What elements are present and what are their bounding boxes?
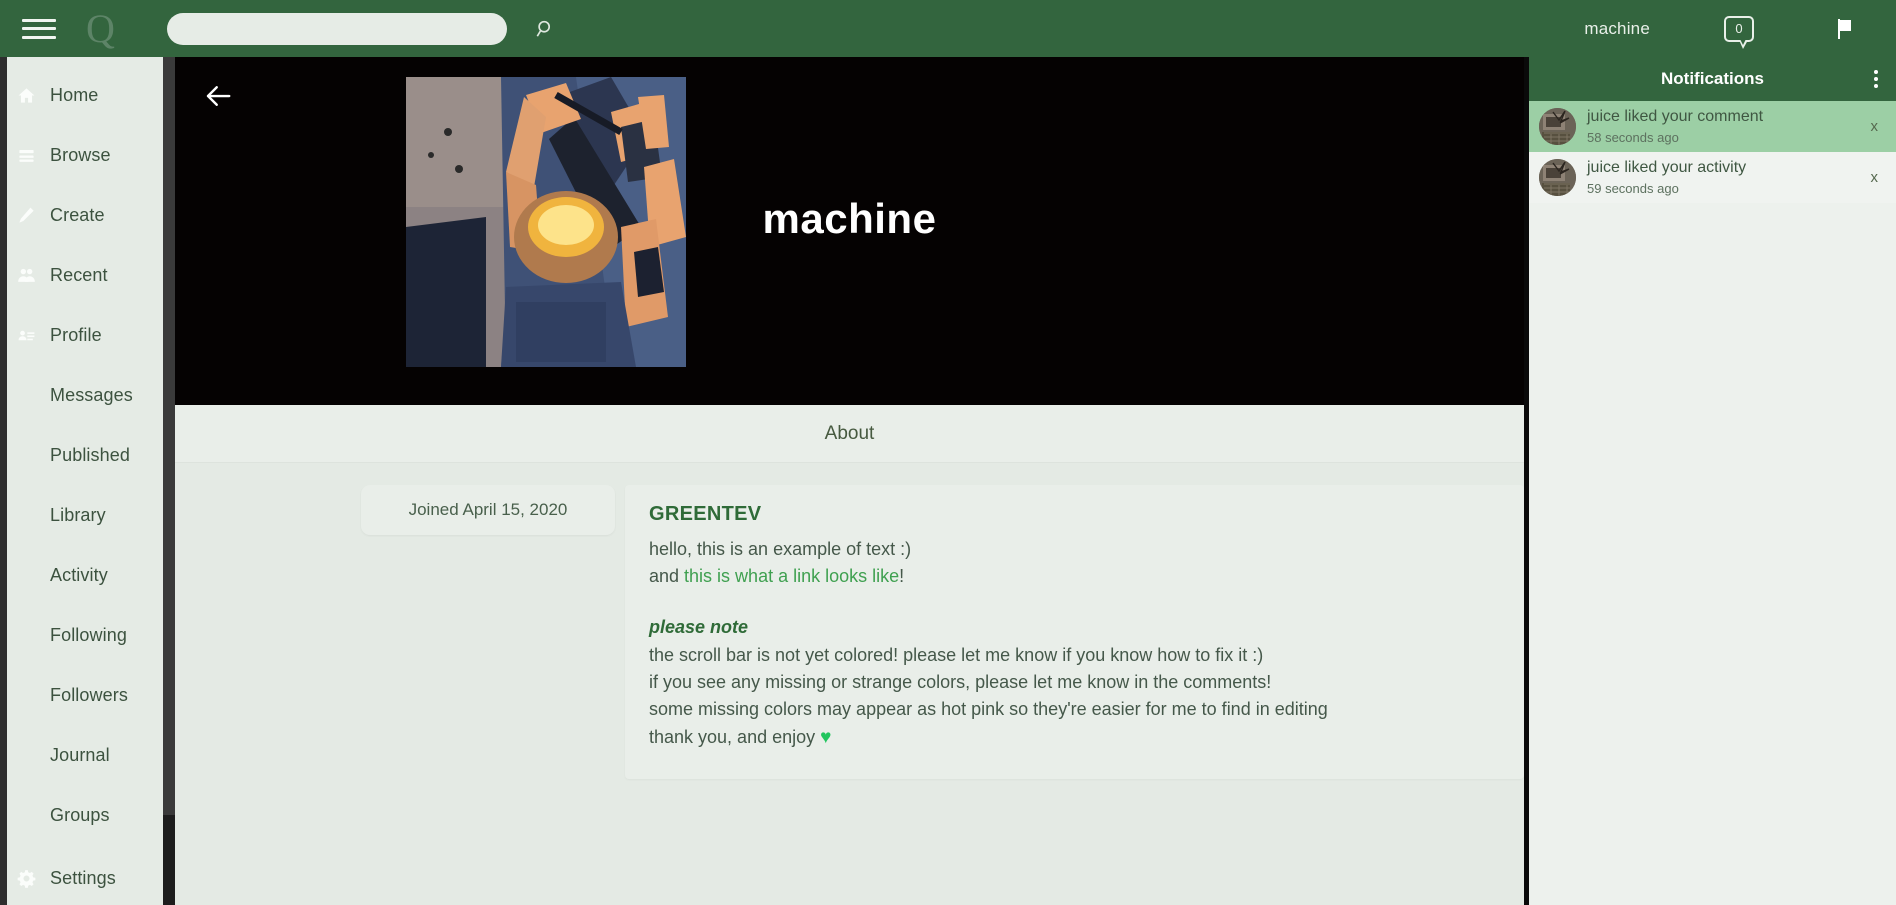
sidebar-label: Activity xyxy=(50,564,108,585)
about-thanks-line: thank you, and enjoy ♥ xyxy=(649,724,1500,753)
sidebar-item-following[interactable]: Following xyxy=(0,605,175,665)
avatar xyxy=(1539,108,1576,145)
sidebar-item-activity[interactable]: Activity xyxy=(0,545,175,605)
sidebar-item-browse[interactable]: Browse xyxy=(0,125,175,185)
profile-body: Joined April 15, 2020 GREENTEV hello, th… xyxy=(175,463,1524,905)
sidebar-item-library[interactable]: Library xyxy=(0,485,175,545)
notification-timestamp: 58 seconds ago xyxy=(1587,129,1679,145)
avatar xyxy=(406,77,686,367)
sidebar-label: Profile xyxy=(50,324,102,345)
notifications-panel: Notifications juice liked your comment 5… xyxy=(1524,57,1896,905)
notification-timestamp: 59 seconds ago xyxy=(1587,180,1679,196)
notification-title: juice liked your comment xyxy=(1587,108,1863,126)
topbar-right-cluster: machine 0 xyxy=(1584,0,1896,57)
about-note-title: please note xyxy=(649,616,749,637)
sidebar-label: Groups xyxy=(50,804,110,825)
sidebar-item-groups[interactable]: Groups xyxy=(0,785,175,845)
sidebar-item-create[interactable]: Create xyxy=(0,185,175,245)
more-vertical-icon[interactable] xyxy=(1870,66,1882,92)
about-note-line-1: the scroll bar is not yet colored! pleas… xyxy=(649,644,1264,665)
notifications-header: Notifications xyxy=(1529,57,1896,101)
sidebar-label: Settings xyxy=(50,867,116,888)
about-heading: GREENTEV xyxy=(649,503,762,525)
scrollbar-thumb[interactable] xyxy=(163,57,175,815)
sidebar-item-published[interactable]: Published xyxy=(0,425,175,485)
sidebar-item-settings[interactable]: Settings xyxy=(0,845,175,905)
sidebar-label: Followers xyxy=(50,684,128,705)
sidebar-item-home[interactable]: Home xyxy=(0,65,175,125)
sidebar-item-followers[interactable]: Followers xyxy=(0,665,175,725)
about-link[interactable]: this is what a link looks like xyxy=(684,566,899,586)
back-arrow-icon[interactable] xyxy=(198,76,238,116)
messages-count: 0 xyxy=(1724,15,1754,49)
messages-badge[interactable]: 0 xyxy=(1720,12,1758,49)
notification-action: liked your comment xyxy=(1619,108,1764,126)
close-icon[interactable]: x xyxy=(1863,165,1887,190)
about-line-1: hello, this is an example of text :) xyxy=(649,539,912,559)
about-thanks-text: thank you, and enjoy xyxy=(649,726,821,747)
search-area xyxy=(166,12,561,45)
sidebar-label: Browse xyxy=(50,144,111,165)
about-line-2-suffix: ! xyxy=(899,566,905,587)
sidebar-label: Library xyxy=(50,504,106,525)
sidebar-item-recent[interactable]: Recent xyxy=(0,245,175,305)
notification-item[interactable]: juice liked your comment 58 seconds ago … xyxy=(1529,101,1896,152)
about-card: GREENTEV hello, this is an example of te… xyxy=(625,485,1524,779)
app-root: Q machine 0 Home Browse Create Recent Pr… xyxy=(0,0,1896,905)
avatar xyxy=(1539,159,1576,196)
sidebar-nav-list: Home Browse Create Recent Profile Messag… xyxy=(0,57,175,905)
hamburger-menu-icon[interactable] xyxy=(22,16,56,42)
close-icon[interactable]: x xyxy=(1863,114,1887,139)
about-line-2: and this is what a link looks like! xyxy=(649,563,1500,590)
sidebar-label: Journal xyxy=(50,744,110,765)
tab-about[interactable]: About xyxy=(807,423,893,445)
about-note-line-2: if you see any missing or strange colors… xyxy=(649,672,1272,693)
joined-date: Joined April 15, 2020 xyxy=(361,485,615,535)
main-content: machine About Joined April 15, 2020 GREE… xyxy=(175,57,1524,905)
sidebar-item-messages[interactable]: Messages xyxy=(0,365,175,425)
sidebar-label: Create xyxy=(50,204,105,225)
gear-icon xyxy=(12,869,40,888)
list-icon xyxy=(12,146,40,165)
search-icon[interactable] xyxy=(531,14,561,44)
main-content-scrollbar[interactable] xyxy=(163,57,175,905)
notification-action: liked your activity xyxy=(1619,159,1747,177)
left-sidebar: Home Browse Create Recent Profile Messag… xyxy=(0,57,175,905)
sidebar-label: Home xyxy=(50,84,99,105)
people-icon xyxy=(12,266,40,285)
heart-icon: ♥ xyxy=(820,726,832,748)
about-note-line-3: some missing colors may appear as hot pi… xyxy=(649,699,1328,720)
sidebar-label: Messages xyxy=(50,384,133,405)
search-input[interactable] xyxy=(166,12,507,45)
profile-hero-banner: machine xyxy=(175,57,1524,405)
notification-actor: juice xyxy=(1587,159,1620,177)
sidebar-label: Published xyxy=(50,444,130,465)
page-title: machine xyxy=(762,195,937,242)
joined-column: Joined April 15, 2020 xyxy=(175,485,615,905)
brand-logo[interactable]: Q xyxy=(86,8,115,49)
sidebar-item-journal[interactable]: Journal xyxy=(0,725,175,785)
sidebar-label: Recent xyxy=(50,264,108,285)
id-card-icon xyxy=(12,326,40,345)
home-icon xyxy=(12,86,40,105)
top-navigation-bar: Q machine 0 xyxy=(0,0,1896,57)
sidebar-item-profile[interactable]: Profile xyxy=(0,305,175,365)
about-column: GREENTEV hello, this is an example of te… xyxy=(625,485,1524,905)
profile-tab-bar: About xyxy=(175,405,1524,463)
flag-icon[interactable] xyxy=(1828,12,1862,46)
notification-actor: juice xyxy=(1587,108,1620,126)
about-line-2-prefix: and xyxy=(649,566,685,587)
notification-text: juice liked your comment 58 seconds ago xyxy=(1587,108,1863,144)
notification-item[interactable]: juice liked your activity 59 seconds ago… xyxy=(1529,152,1896,203)
notification-text: juice liked your activity 59 seconds ago xyxy=(1587,159,1863,195)
sidebar-label: Following xyxy=(50,624,127,645)
current-username[interactable]: machine xyxy=(1584,19,1650,39)
notification-title: juice liked your activity xyxy=(1587,159,1863,177)
notifications-title: Notifications xyxy=(1661,69,1764,88)
pencil-icon xyxy=(12,206,40,225)
